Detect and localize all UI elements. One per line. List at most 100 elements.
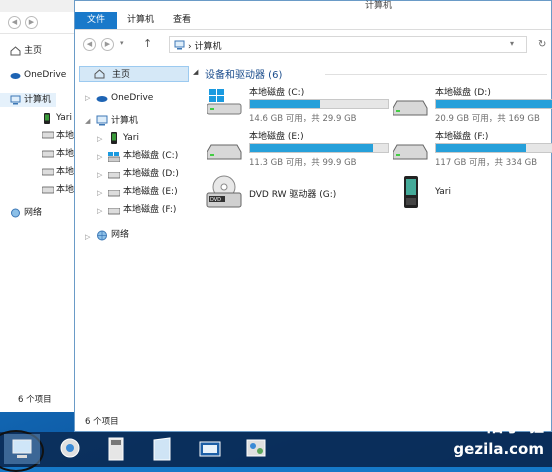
back-button[interactable]: ◀ [83, 38, 96, 51]
drive-icon [392, 99, 428, 117]
content-area: ◢ 设备和驱动器 (6) 本地磁盘 (C:) 14.6 GB 可用，共 29.9… [193, 57, 552, 413]
forward-arrow-icon[interactable]: ▶ [25, 16, 38, 29]
phone-icon [43, 113, 54, 124]
nav-drive-c[interactable]: 本地磁盘 (C:) [123, 148, 178, 164]
computer-icon [96, 115, 108, 129]
usage-fill [436, 144, 526, 152]
notepad-icon [153, 437, 171, 461]
nav-drive-e[interactable]: 本地磁盘 (E:) [123, 184, 178, 200]
usage-fill [250, 144, 373, 152]
nav-drive-d[interactable]: 本地磁盘 (D:) [123, 166, 179, 182]
dvd-drive[interactable]: DVD DVD RW 驱动器 (G:) [201, 175, 391, 213]
onedrive-icon [10, 71, 21, 81]
tab-file[interactable]: 文件 [75, 12, 117, 29]
drive-info: 11.3 GB 可用，共 99.9 GB [249, 158, 357, 168]
tab-computer[interactable]: 计算机 [119, 12, 162, 29]
nav-network[interactable]: 网络 [111, 227, 129, 243]
drive-c[interactable]: 本地磁盘 (C:) 14.6 GB 可用，共 29.9 GB [201, 85, 391, 129]
forward-button[interactable]: ▶ [101, 38, 114, 51]
drive-info: 14.6 GB 可用，共 29.9 GB [249, 114, 357, 124]
back-nav-pane: 主页 OneDrive 计算机 Yari 本地 本地 本地 本地 网络 [0, 34, 76, 414]
network-icon [10, 208, 21, 218]
expand-arrow-icon[interactable]: ▷ [85, 94, 90, 102]
address-row: ◀ ▶ ▾ ↑ › 计算机 ▾ ↻ [75, 31, 551, 57]
usage-bar [249, 99, 389, 109]
computer-icon [174, 40, 185, 53]
recent-dropdown-icon[interactable]: ▾ [120, 39, 124, 47]
drive-d[interactable]: 本地磁盘 (D:) 20.9 GB 可用，共 169 GB [387, 85, 552, 129]
drive-name: 本地磁盘 (F:) [435, 132, 489, 142]
drive-name: 本地磁盘 (D:) [435, 88, 491, 98]
explorer-window[interactable]: 计算机 文件 计算机 查看 ◀ ▶ ▾ ↑ › 计算机 ▾ ↻ 主页 ▷ One… [74, 0, 552, 432]
drive-f[interactable]: 本地磁盘 (F:) 117 GB 可用，共 334 GB [387, 129, 552, 173]
usage-bar [435, 143, 552, 153]
nav-drive-f[interactable]: 本地磁盘 (F:) [123, 202, 176, 218]
drive-name: 本地磁盘 (C:) [249, 88, 305, 98]
taskbar-control-panel-button[interactable] [52, 434, 88, 464]
drive-icon [107, 207, 121, 218]
back-nav-drive-e[interactable]: 本地 [56, 165, 74, 179]
nav-computer[interactable]: 计算机 [111, 113, 138, 129]
group-divider [325, 74, 547, 75]
drive-icon [206, 143, 242, 161]
tab-view[interactable]: 查看 [165, 12, 199, 29]
group-collapse-icon[interactable]: ◢ [193, 68, 198, 76]
window-title: 计算机 [365, 1, 393, 11]
usage-fill [250, 100, 321, 108]
expand-arrow-icon[interactable]: ▷ [97, 171, 102, 179]
address-bar[interactable]: › 计算机 ▾ [169, 36, 527, 53]
back-status-bar: 6 个项目 [18, 395, 52, 405]
address-text: › 计算机 [188, 42, 222, 52]
network-icon [96, 230, 108, 244]
windows-drive-icon [107, 152, 121, 165]
device-name: Yari [435, 187, 451, 197]
back-nav-onedrive[interactable]: OneDrive [24, 68, 66, 82]
collapse-arrow-icon[interactable]: ◢ [85, 117, 90, 125]
watermark-url: gezila.com [453, 440, 544, 458]
expand-arrow-icon[interactable]: ▷ [97, 153, 102, 161]
up-button[interactable]: ↑ [143, 37, 152, 50]
windows-drive-icon [207, 89, 242, 117]
drive-e[interactable]: 本地磁盘 (E:) 11.3 GB 可用，共 99.9 GB [201, 129, 391, 173]
back-nav-home[interactable]: 主页 [24, 44, 42, 58]
drive-name: DVD RW 驱动器 (G:) [249, 190, 337, 200]
nav-yari[interactable]: Yari [123, 130, 139, 146]
settings-icon [246, 439, 266, 457]
back-nav-drive-d[interactable]: 本地 [56, 147, 74, 161]
svg-text:DVD: DVD [210, 197, 221, 203]
group-header[interactable]: 设备和驱动器 (6) [205, 66, 282, 81]
taskbar-computer-button[interactable] [4, 434, 40, 464]
status-bar: 6 个项目 [85, 417, 119, 427]
taskbar-settings-button[interactable] [238, 434, 274, 464]
taskbar-calculator-button[interactable] [98, 434, 134, 464]
device-yari[interactable]: Yari [387, 175, 552, 213]
back-nav-drive-c[interactable]: 本地 [56, 129, 74, 143]
control-panel-icon [60, 438, 80, 458]
back-nav-network[interactable]: 网络 [24, 206, 42, 220]
drive-icon [41, 186, 55, 196]
drive-name: 本地磁盘 (E:) [249, 132, 304, 142]
dvd-drive-icon: DVD [205, 175, 243, 214]
phone-icon [110, 132, 118, 147]
computer-icon [10, 95, 21, 105]
expand-arrow-icon[interactable]: ▷ [97, 207, 102, 215]
refresh-icon[interactable]: ↻ [538, 39, 546, 50]
drive-icon [392, 143, 428, 161]
back-nav-yari[interactable]: Yari [56, 111, 72, 125]
usage-bar [435, 99, 552, 109]
expand-arrow-icon[interactable]: ▷ [85, 233, 90, 241]
back-nav-computer[interactable]: 计算机 [0, 93, 56, 107]
back-nav-drive-f[interactable]: 本地 [56, 183, 74, 197]
address-dropdown-icon[interactable]: ▾ [510, 39, 514, 48]
expand-arrow-icon[interactable]: ▷ [97, 189, 102, 197]
drive-icon [41, 168, 55, 178]
home-icon [10, 46, 21, 56]
expand-arrow-icon[interactable]: ▷ [97, 135, 102, 143]
back-arrow-icon[interactable]: ◀ [8, 16, 21, 29]
taskbar-media-button[interactable] [192, 434, 228, 464]
drive-icon [107, 171, 121, 182]
calculator-icon [108, 437, 124, 461]
nav-onedrive[interactable]: OneDrive [111, 90, 153, 106]
taskbar-notepad-button[interactable] [144, 434, 180, 464]
media-icon [199, 441, 221, 457]
